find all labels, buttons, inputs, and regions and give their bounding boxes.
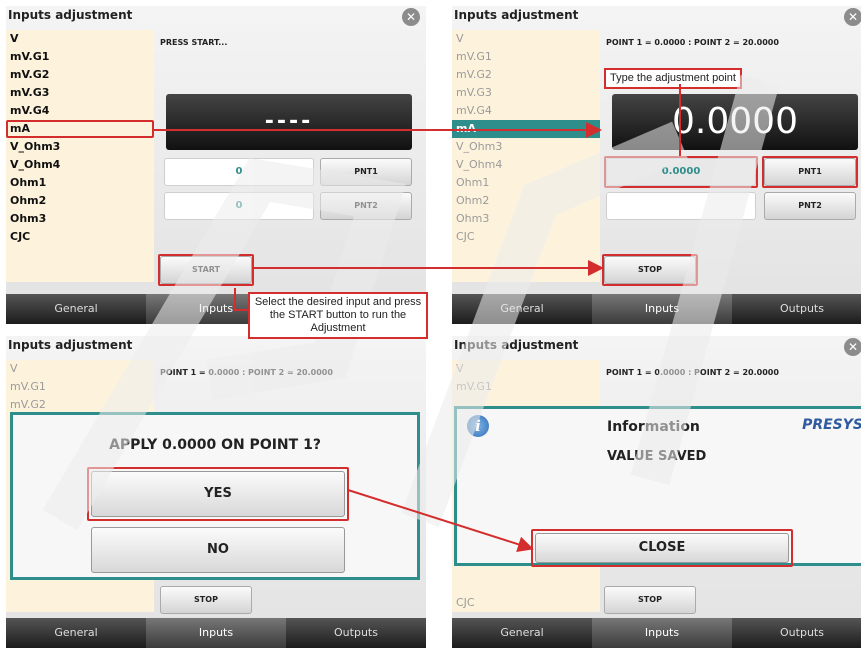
list-item-mv-g4[interactable]: mV.G4 <box>452 102 600 120</box>
list-item-v-ohm3[interactable]: V_Ohm3 <box>6 138 154 156</box>
window-title: Inputs adjustment <box>8 338 133 352</box>
info-icon: i <box>467 415 489 437</box>
confirm-dialog: APPLY 0.0000 ON POINT 1? YES NO <box>10 412 420 580</box>
list-item-mv-g3[interactable]: mV.G3 <box>452 84 600 102</box>
panel-press-start: Inputs adjustment ✕ V mV.G1 mV.G2 mV.G3 … <box>6 6 426 324</box>
pnt1-button[interactable]: PNT1 <box>320 158 412 186</box>
list-item-cjc[interactable]: CJC <box>452 594 600 612</box>
close-highlight-box <box>531 529 793 567</box>
list-item-v[interactable]: V <box>452 360 600 378</box>
point2-value-field[interactable] <box>606 192 756 220</box>
list-item-ohm3[interactable]: Ohm3 <box>452 210 600 228</box>
list-item-ohm2[interactable]: Ohm2 <box>6 192 154 210</box>
panel-value-saved: Inputs adjustment ✕ V mV.G1 CJC POINT 1 … <box>452 336 861 648</box>
list-item-mv-g2[interactable]: mV.G2 <box>452 66 600 84</box>
close-icon[interactable]: ✕ <box>844 338 861 356</box>
presys-logo: PRESYS <box>802 417 861 433</box>
value-display: 0.0000 <box>612 94 858 150</box>
panel-enter-point: Inputs adjustment ✕ V mV.G1 mV.G2 mV.G3 … <box>452 6 861 324</box>
points-info: POINT 1 = 0.0000 : POINT 2 = 20.0000 <box>160 368 333 377</box>
stop-button[interactable]: STOP <box>160 586 252 614</box>
tab-general[interactable]: General <box>6 618 146 648</box>
ma-highlight-box <box>6 120 154 138</box>
start-highlight-box <box>158 254 254 286</box>
tab-inputs[interactable]: Inputs <box>592 294 732 324</box>
list-item-v[interactable]: V <box>6 30 154 48</box>
select-input-callout: Select the desired input and press the S… <box>248 292 428 339</box>
value-display: ---- <box>166 94 412 150</box>
tab-bar: General Inputs Outputs <box>452 294 861 324</box>
pnt2-button[interactable]: PNT2 <box>764 192 856 220</box>
list-item-mv-g1[interactable]: mV.G1 <box>6 48 154 66</box>
window-title: Inputs adjustment <box>454 8 579 22</box>
list-item-cjc[interactable]: CJC <box>6 228 154 246</box>
pnt2-button[interactable]: PNT2 <box>320 192 412 220</box>
type-point-callout: Type the adjustment point <box>604 68 742 89</box>
list-item-mv-g1[interactable]: mV.G1 <box>6 378 154 396</box>
list-item-v[interactable]: V <box>452 30 600 48</box>
list-item-ohm2[interactable]: Ohm2 <box>452 192 600 210</box>
tab-outputs[interactable]: Outputs <box>732 618 861 648</box>
list-item-mv-g1[interactable]: mV.G1 <box>452 48 600 66</box>
list-item-ohm1[interactable]: Ohm1 <box>6 174 154 192</box>
pnt1-highlight-box <box>762 156 858 188</box>
list-item-mv-g2[interactable]: mV.G2 <box>6 66 154 84</box>
list-item-ohm3[interactable]: Ohm3 <box>6 210 154 228</box>
panel-apply-confirm: Inputs adjustment V mV.G1 mV.G2 POINT 1 … <box>6 336 426 648</box>
close-icon[interactable]: ✕ <box>402 8 420 26</box>
window-title: Inputs adjustment <box>454 338 579 352</box>
points-info: POINT 1 = 0.0000 : POINT 2 = 20.0000 <box>606 38 779 47</box>
confirm-question: APPLY 0.0000 ON POINT 1? <box>109 437 321 453</box>
input-list: V mV.G1 mV.G2 mV.G3 mV.G4 mA V_Ohm3 V_Oh… <box>6 30 154 282</box>
tab-bar: General Inputs Outputs <box>452 618 861 648</box>
tab-bar: General Inputs Outputs <box>6 618 426 648</box>
list-item-v-ohm4[interactable]: V_Ohm4 <box>6 156 154 174</box>
yes-highlight-box <box>87 467 349 521</box>
tab-outputs[interactable]: Outputs <box>732 294 861 324</box>
list-item-v[interactable]: V <box>6 360 154 378</box>
point1-highlight-box <box>604 156 758 188</box>
list-item-v-ohm4[interactable]: V_Ohm4 <box>452 156 600 174</box>
point1-value-field[interactable]: 0 <box>164 158 314 186</box>
list-item-mv-g1[interactable]: mV.G1 <box>452 378 600 396</box>
info-dialog: i Information PRESYS VALUE SAVED CLOSE <box>454 406 861 567</box>
list-item-ohm1[interactable]: Ohm1 <box>452 174 600 192</box>
list-item-cjc[interactable]: CJC <box>452 228 600 246</box>
input-list: V mV.G1 mV.G2 mV.G3 mV.G4 mA V_Ohm3 V_Oh… <box>452 30 600 282</box>
tab-general[interactable]: General <box>452 618 592 648</box>
stop-button[interactable]: STOP <box>604 586 696 614</box>
stop-highlight-box <box>602 254 698 286</box>
point2-value-field[interactable]: 0 <box>164 192 314 220</box>
list-item-mv-g4[interactable]: mV.G4 <box>6 102 154 120</box>
points-info: POINT 1 = 0.0000 : POINT 2 = 20.0000 <box>606 368 779 377</box>
list-item-ma-selected[interactable]: mA <box>452 120 600 138</box>
list-item-mv-g3[interactable]: mV.G3 <box>6 84 154 102</box>
tab-inputs[interactable]: Inputs <box>146 618 286 648</box>
window-title: Inputs adjustment <box>8 8 133 22</box>
close-icon[interactable]: ✕ <box>844 8 861 26</box>
tab-general[interactable]: General <box>452 294 592 324</box>
info-message: VALUE SAVED <box>607 449 707 464</box>
status-text: PRESS START... <box>160 38 228 47</box>
no-button[interactable]: NO <box>91 527 345 573</box>
tab-outputs[interactable]: Outputs <box>286 618 426 648</box>
tab-general[interactable]: General <box>6 294 146 324</box>
list-item-v-ohm3[interactable]: V_Ohm3 <box>452 138 600 156</box>
tab-inputs[interactable]: Inputs <box>592 618 732 648</box>
info-dialog-title: Information <box>607 419 700 435</box>
